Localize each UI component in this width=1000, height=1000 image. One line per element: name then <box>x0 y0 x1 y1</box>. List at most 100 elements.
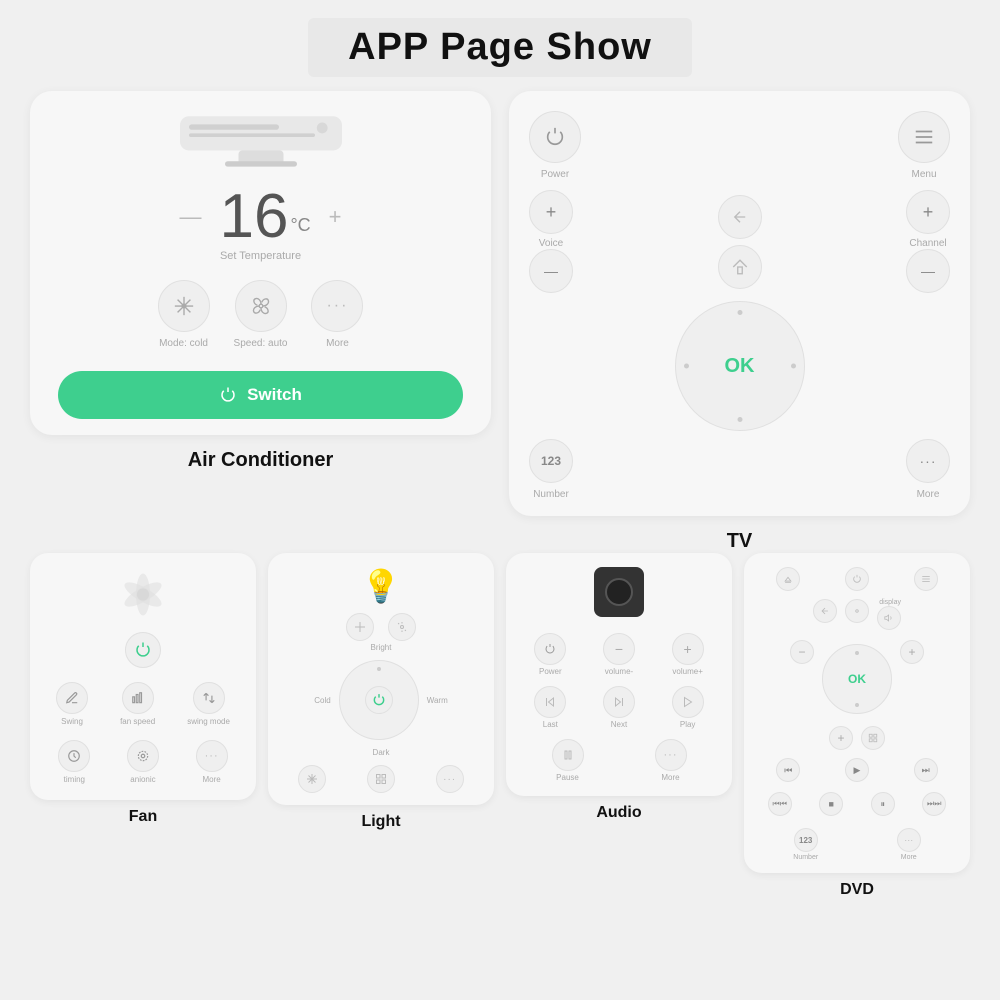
ac-mode-btn[interactable]: Mode: cold <box>158 280 210 349</box>
dvd-menu-circle[interactable] <box>914 567 938 591</box>
dvd-stepback-btn[interactable]: ⏮⏮ <box>768 792 792 816</box>
dvd-nav-dial[interactable]: OK <box>822 644 892 714</box>
tv-voice-minus-btn[interactable]: — <box>529 249 573 293</box>
tv-voice-row: + Voice — <box>529 190 950 293</box>
fan-timing-btn[interactable] <box>58 740 90 772</box>
audio-more-ctrl: ··· More <box>655 739 687 782</box>
dvd-plus2-btn[interactable]: + <box>829 726 853 750</box>
light-btn1[interactable] <box>346 613 374 641</box>
tv-nav-circle[interactable]: OK <box>675 301 805 431</box>
tv-more-btn[interactable]: ··· <box>906 439 950 483</box>
dvd-stop-btn[interactable]: ■ <box>819 792 843 816</box>
pause-icon <box>562 749 574 761</box>
ac-controls: Mode: cold Speed: auto <box>58 280 463 349</box>
dvd-vol-btn[interactable] <box>877 606 901 630</box>
back-icon <box>731 208 749 226</box>
fan-anionic-btn[interactable] <box>127 740 159 772</box>
dvd-rew-btn[interactable]: ⏮ <box>776 758 800 782</box>
dvd-settings-btn[interactable] <box>845 599 869 623</box>
ac-more-circle[interactable]: ··· <box>311 280 363 332</box>
dvd-plus-btn[interactable]: + <box>900 640 924 664</box>
light-btn2[interactable] <box>388 613 416 641</box>
tv-voice-plus-btn[interactable]: + <box>529 190 573 234</box>
audio-power-btn[interactable] <box>534 633 566 665</box>
tv-power-btn[interactable] <box>529 111 581 163</box>
light-bottom-btn1[interactable] <box>298 765 326 793</box>
fan-swing-ctrl: Swing <box>56 682 88 726</box>
tv-back-btn[interactable] <box>718 195 762 239</box>
fan-icon <box>250 295 272 317</box>
audio-play-btn[interactable] <box>672 686 704 718</box>
audio-label: Audio <box>506 804 732 822</box>
dvd-number-btn[interactable]: 123 <box>794 828 818 852</box>
ac-set-label: Set Temperature <box>58 250 463 262</box>
ac-speed-circle[interactable] <box>235 280 287 332</box>
dvd-label: DVD <box>744 881 970 899</box>
tv-channel-minus-btn[interactable]: — <box>906 249 950 293</box>
dvd-top-row <box>754 567 960 591</box>
ac-switch-button[interactable]: Switch <box>58 371 463 419</box>
tv-channel-plus-btn[interactable]: + <box>906 190 950 234</box>
audio-next-label: Next <box>611 720 627 729</box>
dvd-grid-btn[interactable] <box>861 726 885 750</box>
ac-speed-btn[interactable]: Speed: auto <box>234 280 288 349</box>
audio-row-2: Last Next Play <box>516 686 722 729</box>
power-icon <box>544 643 556 655</box>
audio-volplus-btn[interactable]: + <box>672 633 704 665</box>
dvd-power-circle[interactable] <box>845 567 869 591</box>
audio-more-btn[interactable]: ··· <box>655 739 687 771</box>
audio-pause-btn[interactable] <box>552 739 584 771</box>
fan-more-label: More <box>203 775 221 784</box>
light-dark-label: Dark <box>373 748 390 757</box>
ac-temp-unit: °C <box>290 215 310 235</box>
tv-number-btn[interactable]: 123 <box>529 439 573 483</box>
tv-channel-label: Channel <box>909 238 946 249</box>
menu-icon <box>913 126 935 148</box>
tv-home-btn[interactable] <box>718 245 762 289</box>
dvd-pause-btn[interactable]: ⏸ <box>871 792 895 816</box>
dvd-eject-btn[interactable] <box>776 567 800 591</box>
audio-last-btn[interactable] <box>534 686 566 718</box>
tv-bottom-row: 123 Number ··· More <box>529 439 950 500</box>
main-grid: — 16°C + Set Temperature <box>0 91 1000 553</box>
dvd-back-btn[interactable] <box>813 599 837 623</box>
fan-power-btn[interactable] <box>125 632 161 668</box>
fan-more-ctrl: ··· More <box>196 740 228 784</box>
ac-mode-circle[interactable] <box>158 280 210 332</box>
dvd-minus-btn[interactable]: − <box>790 640 814 664</box>
dvd-menu-btn[interactable] <box>914 567 938 591</box>
dvd-stepfwd-btn[interactable]: ⏭⏭ <box>922 792 946 816</box>
tv-menu-btn[interactable] <box>898 111 950 163</box>
audio-next-btn[interactable] <box>603 686 635 718</box>
power-icon <box>544 126 566 148</box>
dvd-ff-btn[interactable]: ⏭ <box>914 758 938 782</box>
fan-speed-btn[interactable] <box>122 682 154 714</box>
dvd-inner: display − OK + + <box>754 567 960 861</box>
tv-power-label: Power <box>541 169 569 180</box>
dvd-more-btn[interactable]: ··· <box>897 828 921 852</box>
dvd-play-btn[interactable]: ▶ <box>845 758 869 782</box>
light-dial[interactable] <box>339 660 419 740</box>
tv-ok-label[interactable]: OK <box>725 355 755 378</box>
tv-menu-label: Menu <box>911 169 936 180</box>
light-more-btn[interactable]: ··· <box>436 765 464 793</box>
fan-more-btn[interactable]: ··· <box>196 740 228 772</box>
ac-more-label: More <box>326 338 349 349</box>
fan-swingmode-btn[interactable] <box>193 682 225 714</box>
audio-volplus-label: volume+ <box>672 667 702 676</box>
audio-volminus-btn[interactable]: − <box>603 633 635 665</box>
tv-card: Power Menu + Voice <box>509 91 970 516</box>
dvd-power-btn[interactable] <box>845 567 869 591</box>
dvd-eject-circle[interactable] <box>776 567 800 591</box>
fan-swing-btn[interactable] <box>56 682 88 714</box>
tv-section: Power Menu + Voice <box>509 91 970 553</box>
fan-swingmode-ctrl: swing mode <box>187 682 230 726</box>
audio-inner: Power − volume- + volume+ <box>516 567 722 784</box>
dvd-ok-label[interactable]: OK <box>848 672 866 686</box>
light-bottom-btn2[interactable] <box>367 765 395 793</box>
light-dial-center[interactable] <box>365 686 393 714</box>
bar-icon <box>131 691 145 705</box>
ac-more-btn[interactable]: ··· More <box>311 280 363 349</box>
ac-speed-label: Speed: auto <box>234 338 288 349</box>
light-cold-label: Cold <box>314 696 330 705</box>
